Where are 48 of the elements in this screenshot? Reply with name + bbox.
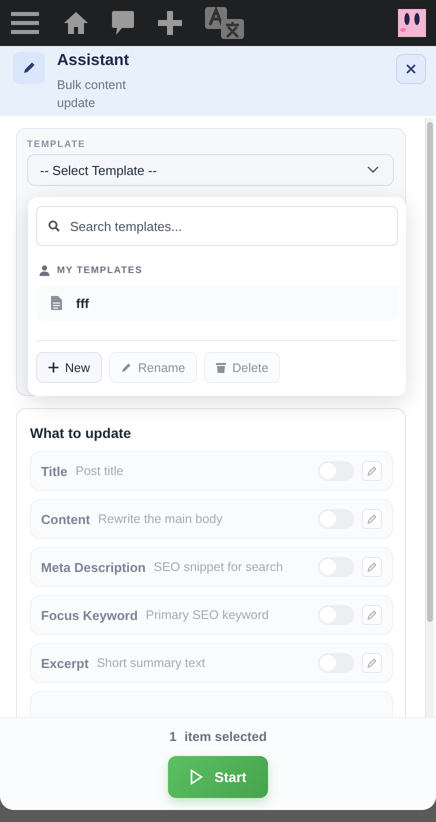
section-title: What to update [30,425,132,441]
plus-icon[interactable] [157,10,183,36]
field-name: Excerpt [41,656,89,670]
user-icon [39,265,50,276]
selected-count: 1 [169,729,176,744]
edit-button[interactable] [362,461,382,481]
template-label: TEMPLATE [27,139,86,150]
field-name: Focus Keyword [41,608,138,622]
template-item[interactable]: fff [36,285,398,321]
count-label: item selected [184,729,267,744]
comment-icon[interactable] [111,10,135,36]
field-hint: Post title [76,464,124,478]
edit-button[interactable] [362,653,382,673]
field-hint: Short summary text [96,656,206,670]
field-name: Title [41,464,68,478]
panel-subtitle: Bulk content update [57,77,127,112]
add-button[interactable]: New [36,352,102,383]
field-hint: Primary SEO keyword [146,608,269,622]
close-icon [406,64,416,74]
field-hint: SEO snippet for search [154,560,283,574]
pencil-icon [367,562,377,572]
pencil-icon [367,514,377,524]
field-name: Meta Description [41,560,146,574]
pencil-icon [367,466,377,476]
translate-icon[interactable] [205,7,245,39]
close-button[interactable] [396,54,426,84]
field-name: Content [41,512,90,526]
pencil-icon [367,610,377,620]
chevron-down-icon [367,166,379,174]
group-heading: MY TEMPLATES [57,265,143,276]
home-icon[interactable] [63,10,89,36]
search-field[interactable]: Search templates... [36,206,398,246]
plus-icon [48,362,59,373]
field-hint: Rewrite the main body [98,512,222,526]
panel-title: Assistant [57,52,130,70]
edit-button[interactable] [362,557,382,577]
pencil-icon [367,658,377,668]
pencil-icon [13,52,45,84]
template-select[interactable]: -- Select Template -- [27,154,394,186]
trash-icon [216,362,226,373]
document-icon [51,296,62,310]
edit-button[interactable] [362,509,382,529]
avatar-icon[interactable] [398,9,426,37]
search-icon [48,220,60,232]
play-icon [190,769,203,785]
menu-icon[interactable] [11,11,41,35]
edit-button[interactable] [362,605,382,625]
pencil-icon [121,362,132,373]
